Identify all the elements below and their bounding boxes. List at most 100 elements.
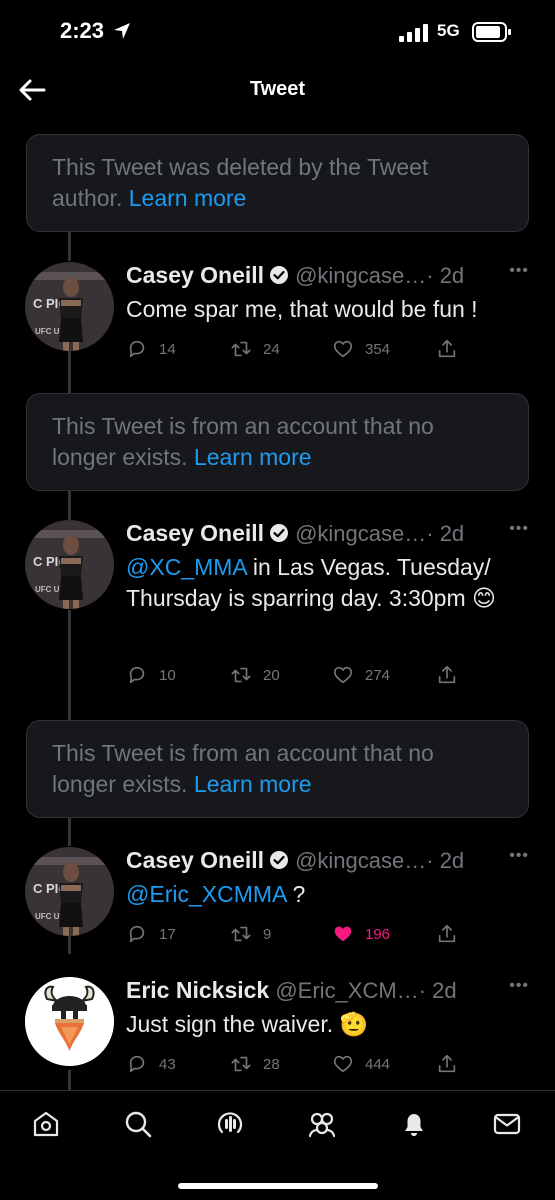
messages-icon[interactable] [492, 1109, 522, 1139]
tweet-time: · 2d [426, 521, 465, 546]
reply-count: 14 [159, 341, 176, 358]
learn-more-link[interactable]: Learn more [194, 444, 312, 470]
nav-header: Tweet [0, 66, 555, 114]
thread-line [68, 816, 71, 846]
learn-more-link[interactable]: Learn more [194, 771, 312, 797]
spaces-icon[interactable] [215, 1109, 245, 1139]
retweet-count: 20 [263, 667, 280, 684]
notifications-icon[interactable] [399, 1109, 429, 1139]
search-icon[interactable] [123, 1109, 153, 1139]
author-handle[interactable]: @Eric_XCM… [275, 978, 418, 1003]
tweet-time: · 2d [426, 263, 465, 288]
casey-avatar-image: C PION UFC UFC [25, 520, 114, 609]
tweet-header: Casey Oneill @kingcase…· 2d [126, 520, 526, 550]
author-name[interactable]: Casey Oneill [126, 520, 264, 546]
reply-count: 17 [159, 926, 176, 943]
retweet-icon [231, 341, 251, 357]
deleted-tweet-notice: This Tweet was deleted by the Tweet auth… [26, 134, 529, 232]
reply-count: 43 [159, 1056, 176, 1073]
page-title: Tweet [249, 78, 306, 100]
tweet-text: @Eric_XCMMA ? [126, 879, 536, 910]
tweet-actions: 10 20 274 [126, 664, 466, 688]
mention-link[interactable]: @Eric_XCMMA [126, 881, 286, 907]
retweet-icon [231, 667, 251, 683]
reply-icon [129, 340, 145, 358]
verified-badge-icon [270, 524, 289, 542]
tweet-text: @XC_MMA in Las Vegas. Tuesday/ Thursday … [126, 552, 536, 614]
author-name[interactable]: Eric Nicksick [126, 977, 269, 1003]
like-count: 354 [365, 341, 391, 358]
home-indicator [178, 1183, 378, 1189]
verified-badge-icon [270, 851, 289, 869]
retweet-icon [231, 1056, 251, 1072]
tweet-actions: 43 28 444 [126, 1053, 466, 1077]
avatar[interactable]: C PION UFC UFC [25, 847, 114, 936]
tweet-header: Casey Oneill @kingcase…· 2d [126, 847, 526, 877]
liked-heart-icon [334, 926, 352, 942]
tweet-time: · 2d [426, 848, 465, 873]
tweet-time: · 2d [418, 978, 457, 1003]
tweet-body: Come spar me, that would be fun ! [126, 296, 478, 322]
viking-logo-avatar-image [25, 977, 114, 1066]
casey-avatar-image: C PION UFC UFC [25, 847, 114, 936]
author-handle[interactable]: @kingcase… [295, 263, 426, 288]
unavailable-account-notice: This Tweet is from an account that no lo… [26, 720, 529, 818]
avatar[interactable] [25, 977, 114, 1066]
tweet-text: Just sign the waiver. 🫡 [126, 1009, 536, 1040]
like-icon [333, 666, 353, 684]
like-count: 274 [365, 667, 391, 684]
home-icon[interactable] [31, 1109, 61, 1139]
author-handle[interactable]: @kingcase… [295, 848, 426, 873]
like-icon [333, 1055, 353, 1073]
thread-line [68, 231, 71, 261]
more-options-icon[interactable]: ••• [509, 847, 529, 865]
author-name[interactable]: Casey Oneill [126, 262, 264, 288]
verified-badge-icon [270, 266, 289, 284]
avatar[interactable]: C PION UFC UFC [25, 520, 114, 609]
reply-icon [129, 666, 145, 684]
mention-link[interactable]: @XC_MMA [126, 554, 246, 580]
tweet[interactable]: C PION UFC UFC Casey Oneill @kingcase…· 2… [0, 847, 555, 947]
tweet-body: ? [286, 881, 306, 907]
avatar[interactable]: C PION UFC UFC [25, 262, 114, 351]
more-options-icon[interactable]: ••• [509, 520, 529, 538]
share-icon [438, 339, 456, 358]
tweet-actions: 17 9 196 [126, 923, 466, 947]
author-name[interactable]: Casey Oneill [126, 847, 264, 873]
share-icon [438, 924, 456, 943]
tweet[interactable]: C PION UFC UFC Casey Oneill @kingcase…· 2… [0, 520, 555, 700]
status-bar: 2:23 5G [0, 0, 555, 66]
retweet-count: 28 [263, 1056, 280, 1073]
learn-more-link[interactable]: Learn more [129, 185, 247, 211]
casey-avatar-image: C PION UFC UFC [25, 262, 114, 351]
network-type: 5G [437, 21, 460, 40]
retweet-count: 24 [263, 341, 280, 358]
cellular-signal-icon [399, 24, 428, 42]
like-count: 444 [365, 1056, 391, 1073]
tweet-text: Come spar me, that would be fun ! [126, 294, 536, 325]
tweet[interactable]: Eric Nicksick @Eric_XCM…· 2d ••• Just si… [0, 977, 555, 1077]
share-icon [438, 1054, 456, 1073]
tweet-body: Just sign the waiver. 🫡 [126, 1011, 369, 1037]
location-arrow-icon [114, 23, 130, 39]
retweet-icon [231, 926, 251, 942]
thread-line [68, 490, 71, 520]
more-options-icon[interactable]: ••• [509, 262, 529, 280]
tweet-actions: 14 24 354 [126, 338, 466, 362]
share-icon [438, 665, 456, 684]
battery-icon [472, 22, 511, 42]
author-handle[interactable]: @kingcase… [295, 521, 426, 546]
status-time: 2:23 [60, 18, 105, 43]
reply-icon [129, 1055, 145, 1073]
tweet-header: Casey Oneill @kingcase…· 2d [126, 262, 526, 292]
retweet-count: 9 [263, 926, 272, 943]
reply-icon [129, 925, 145, 943]
like-count: 196 [365, 926, 391, 943]
more-options-icon[interactable]: ••• [509, 977, 529, 995]
tweet-header: Eric Nicksick @Eric_XCM…· 2d [126, 977, 526, 1007]
reply-count: 10 [159, 667, 176, 684]
like-icon [333, 340, 353, 358]
tweet[interactable]: C PION UFC UFC Casey Oneill @kingcase…· 2… [0, 262, 555, 362]
unavailable-account-notice: This Tweet is from an account that no lo… [26, 393, 529, 491]
communities-icon[interactable] [307, 1109, 337, 1139]
